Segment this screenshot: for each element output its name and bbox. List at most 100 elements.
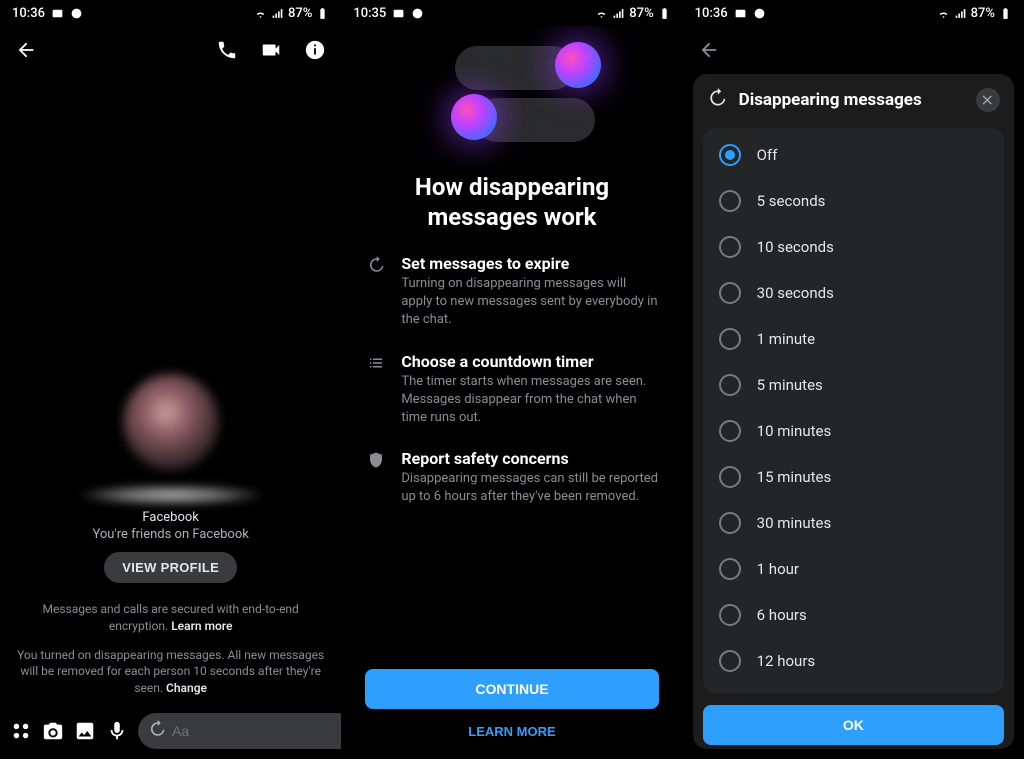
messenger-status-icon (411, 7, 424, 20)
timer-option[interactable]: 1 minute (703, 316, 1004, 362)
contact-block: Facebook You're friends on Facebook VIEW… (81, 374, 261, 583)
back-button[interactable] (12, 36, 40, 64)
messenger-status-icon (70, 7, 83, 20)
option-label: 15 minutes (757, 468, 832, 486)
timer-option[interactable]: 5 seconds (703, 178, 1004, 224)
info-title: How disappearing messages work (365, 172, 658, 232)
feature-expire: Set messages to expire Turning on disapp… (365, 254, 658, 330)
feature-body: Turning on disappearing messages will ap… (401, 275, 658, 330)
option-label: 12 hours (757, 652, 816, 670)
learn-more-link[interactable]: Learn more (171, 619, 232, 633)
disappearing-notice: You turned on disappearing messages. All… (14, 647, 327, 697)
status-bar: 10:36 87% (0, 0, 341, 26)
message-input[interactable] (172, 723, 341, 739)
illustration (365, 36, 658, 166)
radio-icon (719, 282, 741, 304)
chat-topbar (0, 26, 341, 74)
battery-icon (658, 7, 671, 20)
radio-icon (719, 512, 741, 534)
timer-option[interactable]: 30 seconds (703, 270, 1004, 316)
picker-topbar (683, 26, 1024, 74)
option-label: 30 minutes (757, 514, 832, 532)
change-link[interactable]: Change (166, 681, 207, 695)
option-label: 10 minutes (757, 422, 832, 440)
mic-button[interactable] (106, 720, 128, 742)
radio-icon (719, 466, 741, 488)
message-input-wrap[interactable] (138, 713, 341, 749)
feature-report: Report safety concerns Disappearing mess… (365, 449, 658, 506)
continue-button[interactable]: CONTINUE (365, 669, 658, 709)
gallery-status-icon (392, 7, 405, 20)
wifi-icon (937, 7, 950, 20)
more-actions-button[interactable] (10, 720, 32, 742)
view-profile-button[interactable]: VIEW PROFILE (104, 552, 237, 583)
radio-icon (719, 604, 741, 626)
history-icon (707, 88, 727, 112)
signal-icon (271, 7, 284, 20)
option-label: 10 seconds (757, 238, 834, 256)
status-time: 10:36 (695, 6, 728, 21)
option-label: 5 seconds (757, 192, 826, 210)
shield-icon (365, 449, 387, 506)
feature-body: The timer starts when messages are seen.… (401, 373, 658, 428)
gallery-button[interactable] (74, 720, 96, 742)
timer-option[interactable]: 15 minutes (703, 454, 1004, 500)
screen-info: 10:35 87% How disappearing messages work… (341, 0, 682, 759)
option-label: Off (757, 146, 778, 164)
radio-icon (719, 236, 741, 258)
timer-option[interactable]: Off (703, 132, 1004, 178)
gallery-status-icon (734, 7, 747, 20)
timer-option[interactable]: 1 hour (703, 546, 1004, 592)
friends-label: You're friends on Facebook (81, 527, 261, 542)
timer-option[interactable]: 6 hours (703, 592, 1004, 638)
camera-button[interactable] (42, 720, 64, 742)
signal-icon (612, 7, 625, 20)
feature-body: Disappearing messages can still be repor… (401, 470, 658, 506)
radio-icon (719, 328, 741, 350)
info-button[interactable] (301, 36, 329, 64)
chat-body: Facebook You're friends on Facebook VIEW… (0, 74, 341, 705)
feature-heading: Set messages to expire (401, 254, 658, 273)
audio-call-button[interactable] (213, 36, 241, 64)
learn-more-button[interactable]: LEARN MORE (365, 713, 658, 749)
sheet-title: Disappearing messages (739, 90, 964, 110)
options-list[interactable]: Off 5 seconds 10 seconds 30 seconds 1 minute… (703, 128, 1004, 693)
history-icon (148, 720, 166, 742)
info-body: How disappearing messages work Set messa… (341, 26, 682, 759)
ok-button[interactable]: OK (703, 705, 1004, 745)
timer-option[interactable]: 5 minutes (703, 362, 1004, 408)
feature-heading: Report safety concerns (401, 449, 658, 468)
status-time: 10:36 (12, 6, 45, 21)
sheet-header: Disappearing messages (693, 74, 1014, 124)
option-label: 30 seconds (757, 284, 834, 302)
bottom-sheet: Disappearing messages Off 5 seconds 10 sec… (693, 74, 1014, 749)
radio-icon (719, 420, 741, 442)
radio-icon (719, 558, 741, 580)
wifi-icon (595, 7, 608, 20)
signal-icon (954, 7, 967, 20)
screen-chat: 10:36 87% Facebook You're friends on Fac… (0, 0, 341, 759)
e2e-notice: Messages and calls are secured with end-… (14, 601, 327, 635)
video-call-button[interactable] (257, 36, 285, 64)
back-button[interactable] (695, 36, 723, 64)
battery-percent: 87% (629, 6, 653, 21)
option-label: 1 hour (757, 560, 799, 578)
timer-option[interactable]: 30 minutes (703, 500, 1004, 546)
radio-icon (719, 190, 741, 212)
timer-option[interactable]: 12 hours (703, 638, 1004, 684)
radio-icon (719, 374, 741, 396)
battery-icon (316, 7, 329, 20)
history-icon (365, 254, 387, 330)
timer-option[interactable]: 10 minutes (703, 408, 1004, 454)
messenger-status-icon (753, 7, 766, 20)
wifi-icon (254, 7, 267, 20)
close-button[interactable] (976, 88, 1000, 112)
option-label: 1 minute (757, 330, 815, 348)
gallery-status-icon (51, 7, 64, 20)
timer-option[interactable]: 10 seconds (703, 224, 1004, 270)
composer (0, 705, 341, 759)
feature-heading: Choose a countdown timer (401, 352, 658, 371)
list-icon (365, 352, 387, 428)
option-label: 5 minutes (757, 376, 823, 394)
status-time: 10:35 (353, 6, 386, 21)
